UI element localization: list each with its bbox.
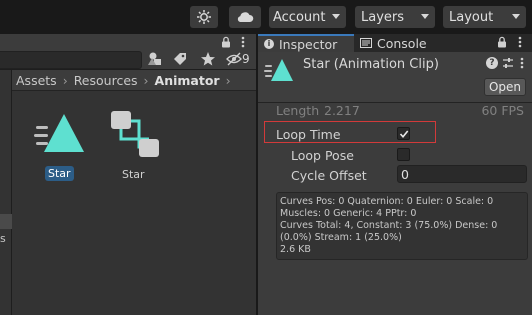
account-dropdown[interactable]: Account: [269, 6, 346, 28]
layout-dropdown[interactable]: Layout: [443, 6, 526, 28]
services-button[interactable]: [190, 6, 218, 28]
chevron-down-icon: [332, 14, 340, 19]
info-line: Muscles: 0 Generic: 4 PPtr: 0: [280, 208, 417, 219]
info-line: (0.0%) Stream: 1 (25.0%): [280, 232, 402, 243]
favorite-star-icon[interactable]: [200, 51, 216, 67]
breadcrumb-assets[interactable]: Assets: [16, 73, 57, 88]
tab-inspector-label: Inspector: [279, 36, 338, 52]
info-line: Curves Pos: 0 Quaternion: 0 Euler: 0 Sca…: [280, 196, 494, 207]
visible-count: 9: [242, 52, 250, 66]
breadcrumb-chevron-icon: ›: [143, 72, 149, 88]
filter-by-label-icon[interactable]: [173, 52, 187, 66]
hidden-eye-icon[interactable]: [226, 52, 242, 66]
animation-clip-icon: [34, 114, 84, 152]
filter-by-type-icon[interactable]: [147, 51, 163, 67]
length-value: 2.217: [324, 106, 360, 118]
layers-label: Layers: [361, 9, 405, 25]
more-menu-icon[interactable]: [519, 56, 525, 70]
account-label: Account: [273, 9, 326, 25]
chevron-down-icon: [512, 14, 520, 19]
length-row: Length 2.217 60 FPS: [276, 106, 526, 118]
more-menu-icon[interactable]: [240, 35, 246, 49]
loop-time-highlight: [264, 121, 436, 143]
folder-tree-column[interactable]: [0, 70, 12, 315]
animator-controller-icon: [111, 111, 159, 157]
more-menu-icon[interactable]: [517, 35, 523, 49]
inspector-title: Star (Animation Clip): [303, 57, 439, 72]
open-button[interactable]: Open: [484, 78, 526, 96]
length-label: Length: [276, 106, 320, 118]
folder-tree-selected-row[interactable]: [0, 214, 12, 229]
breadcrumb-chevron-icon: ›: [62, 72, 68, 88]
asset-item-star-clip[interactable]: Star: [32, 108, 86, 183]
services-icon: [197, 10, 211, 24]
chevron-down-icon: [421, 14, 429, 19]
breadcrumb: Assets › Resources › Animator ›: [12, 70, 256, 91]
layers-dropdown[interactable]: Layers: [355, 6, 435, 28]
fps-value: 60 FPS: [481, 106, 524, 118]
info-icon: i: [264, 39, 274, 49]
asset-label: Star: [45, 166, 74, 181]
preset-sliders-icon[interactable]: [502, 56, 514, 70]
tab-console-label: Console: [377, 35, 427, 51]
layout-label: Layout: [449, 9, 494, 25]
cloud-button[interactable]: [229, 6, 261, 28]
cloud-icon: [237, 12, 254, 22]
info-line: 2.6 KB: [280, 244, 311, 255]
animation-clip-icon: [264, 59, 293, 81]
curves-info-box: Curves Pos: 0 Quaternion: 0 Euler: 0 Sca…: [276, 192, 528, 260]
breadcrumb-chevron-icon: ›: [225, 72, 231, 88]
breadcrumb-resources[interactable]: Resources: [74, 73, 138, 88]
folder-tree-partial-label: s: [0, 232, 6, 245]
asset-label: Star: [122, 168, 145, 181]
cycle-offset-field[interactable]: 0: [397, 165, 527, 183]
help-icon[interactable]: ?: [486, 57, 498, 69]
lock-icon[interactable]: [220, 36, 232, 48]
cycle-offset-label: Cycle Offset: [291, 168, 367, 183]
tab-console[interactable]: Console: [354, 34, 440, 52]
loop-pose-checkbox[interactable]: [397, 148, 410, 161]
info-line: Curves Total: 4, Constant: 3 (75.0%) Den…: [280, 220, 498, 231]
asset-item-star-controller[interactable]: Star: [108, 108, 162, 183]
console-icon: [360, 38, 372, 48]
tab-inspector[interactable]: i Inspector: [258, 34, 354, 52]
lock-icon[interactable]: [496, 36, 508, 48]
loop-pose-label: Loop Pose: [291, 148, 354, 163]
project-search-input[interactable]: [0, 51, 142, 69]
breadcrumb-animator[interactable]: Animator: [155, 73, 220, 88]
